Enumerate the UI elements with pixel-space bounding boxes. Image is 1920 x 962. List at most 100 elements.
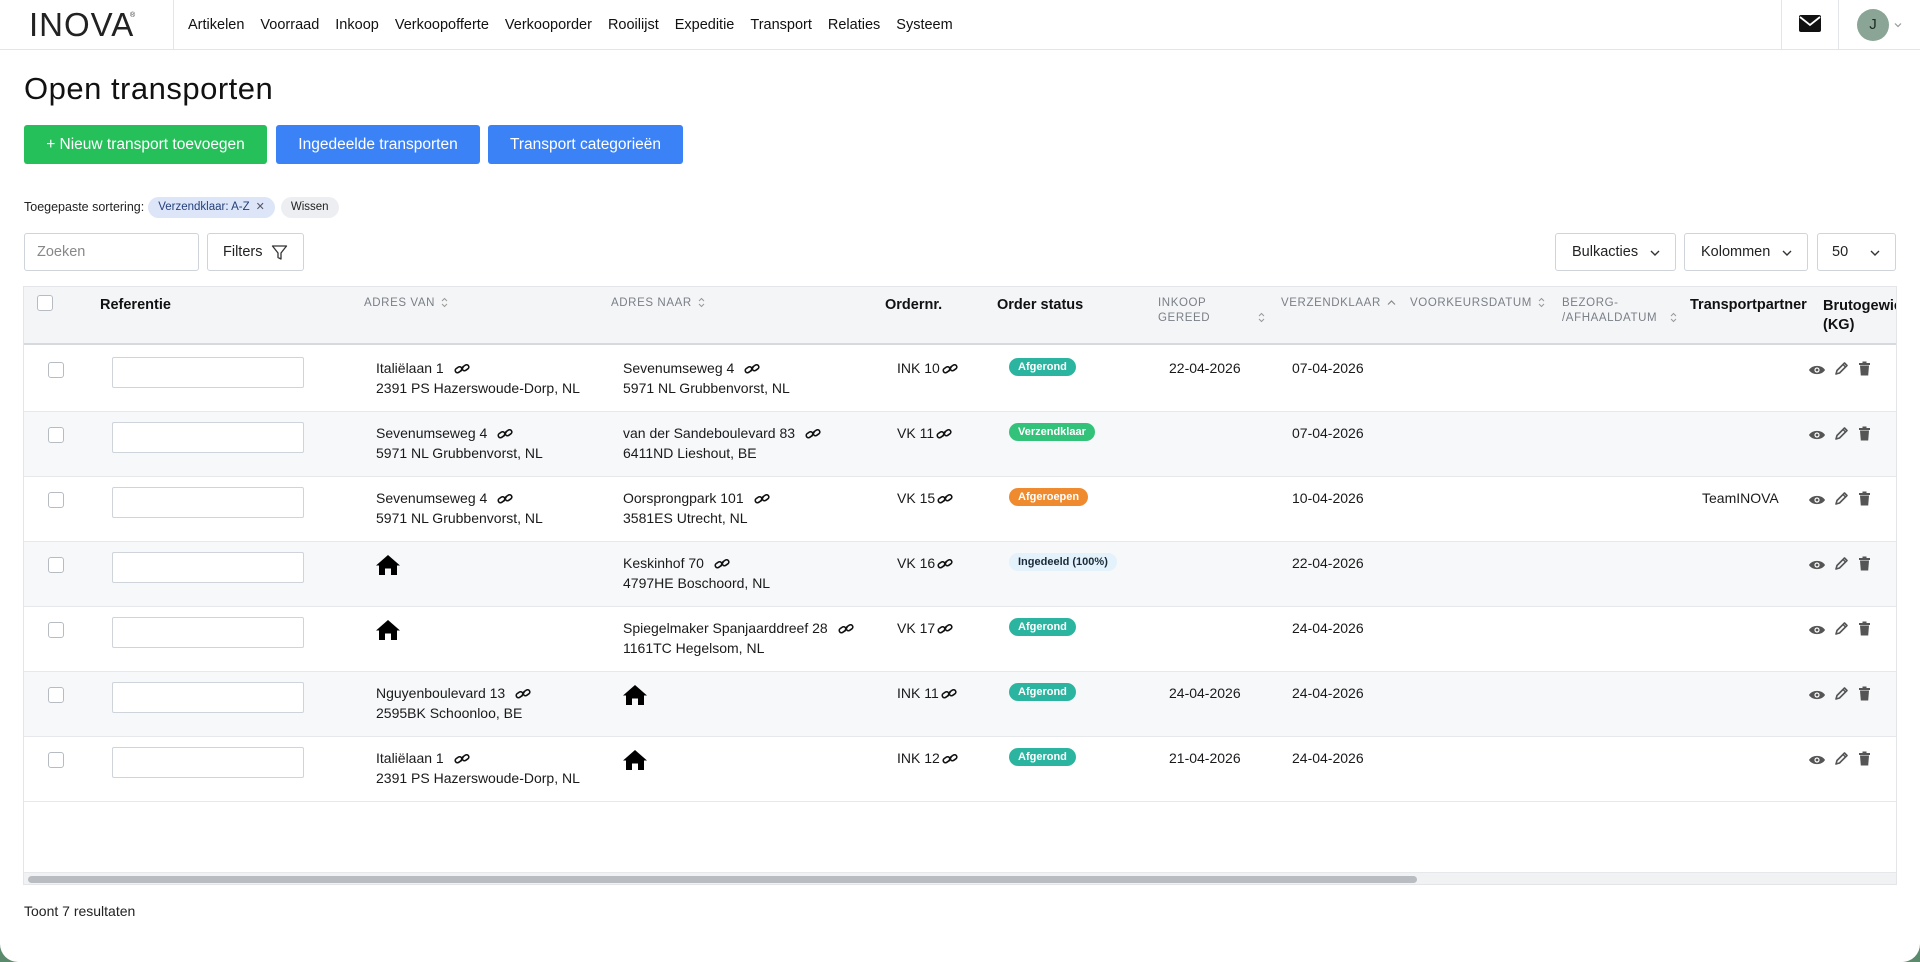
order-number[interactable]: INK 12 (897, 750, 940, 766)
table-row[interactable]: Italiëlaan 1 2391 PS Hazerswoude-Dorp, NL… (24, 347, 1896, 412)
view-icon[interactable] (1808, 493, 1826, 509)
horizontal-scrollbar[interactable] (24, 872, 1896, 884)
envelope-icon[interactable] (1799, 15, 1823, 35)
sort-chip[interactable]: Verzendklaar: A-Z ✕ (148, 196, 275, 218)
delete-icon[interactable] (1858, 361, 1871, 379)
reference-input[interactable] (112, 422, 304, 453)
user-avatar[interactable]: J (1857, 9, 1889, 41)
view-icon[interactable] (1808, 623, 1826, 639)
link-icon[interactable] (937, 490, 953, 510)
page-size-select[interactable]: 50 (1817, 233, 1896, 271)
reference-input[interactable] (112, 357, 304, 388)
menu-item-voorraad[interactable]: Voorraad (260, 17, 319, 33)
col-adres-naar[interactable]: ADRES NAAR (611, 296, 705, 311)
link-icon[interactable] (744, 360, 760, 380)
view-icon[interactable] (1808, 363, 1826, 379)
transport-categories-button[interactable]: Transport categorieën (488, 125, 683, 164)
link-icon[interactable] (936, 425, 952, 445)
columns-dropdown[interactable]: Kolommen (1684, 233, 1808, 271)
row-checkbox[interactable] (48, 752, 64, 768)
search-input[interactable] (24, 233, 199, 271)
col-ordernr[interactable]: Ordernr. (885, 297, 942, 313)
col-referentie[interactable]: Referentie (100, 297, 171, 313)
order-number[interactable]: INK 10 (897, 360, 940, 376)
link-icon[interactable] (941, 685, 957, 705)
table-row[interactable]: Nguyenboulevard 13 2595BK Schoonloo, BE IN… (24, 672, 1896, 737)
table-row[interactable]: Sevenumseweg 4 5971 NL Grubbenvorst, NL Oo… (24, 477, 1896, 542)
link-icon[interactable] (454, 750, 470, 770)
menu-item-artikelen[interactable]: Artikelen (188, 17, 244, 33)
delete-icon[interactable] (1858, 751, 1871, 769)
link-icon[interactable] (838, 620, 854, 640)
assigned-transports-button[interactable]: Ingedeelde transporten (276, 125, 480, 164)
delete-icon[interactable] (1858, 491, 1871, 509)
order-number[interactable]: VK 15 (897, 490, 935, 506)
link-icon[interactable] (937, 620, 953, 640)
link-icon[interactable] (754, 490, 770, 510)
col-adres-van[interactable]: ADRES VAN (364, 296, 448, 311)
table-row[interactable]: Sevenumseweg 4 5971 NL Grubbenvorst, NL va… (24, 412, 1896, 477)
col-inkoop-gereed[interactable]: INKOOP GEREED (1158, 296, 1265, 326)
menu-item-expeditie[interactable]: Expeditie (675, 17, 735, 33)
row-checkbox[interactable] (48, 427, 64, 443)
row-checkbox[interactable] (48, 622, 64, 638)
table-row[interactable]: Keskinhof 70 4797HE Boschoord, NL VK 16 Ing… (24, 542, 1896, 607)
link-icon[interactable] (497, 425, 513, 445)
delete-icon[interactable] (1858, 426, 1871, 444)
menu-item-inkoop[interactable]: Inkoop (335, 17, 379, 33)
edit-icon[interactable] (1834, 491, 1849, 509)
link-icon[interactable] (805, 425, 821, 445)
order-number[interactable]: VK 16 (897, 555, 935, 571)
edit-icon[interactable] (1834, 556, 1849, 574)
select-all-checkbox[interactable] (37, 295, 53, 311)
add-transport-button[interactable]: + Nieuw transport toevoegen (24, 125, 267, 164)
delete-icon[interactable] (1858, 621, 1871, 639)
scrollbar-thumb[interactable] (28, 876, 1417, 883)
link-icon[interactable] (497, 490, 513, 510)
menu-item-verkoopofferte[interactable]: Verkoopofferte (395, 17, 489, 33)
reference-input[interactable] (112, 682, 304, 713)
menu-item-transport[interactable]: Transport (750, 17, 812, 33)
reference-input[interactable] (112, 617, 304, 648)
menu-item-relaties[interactable]: Relaties (828, 17, 880, 33)
col-order-status[interactable]: Order status (997, 297, 1083, 313)
reference-input[interactable] (112, 747, 304, 778)
row-checkbox[interactable] (48, 362, 64, 378)
table-row[interactable]: Italiëlaan 1 2391 PS Hazerswoude-Dorp, NL… (24, 737, 1896, 802)
col-voorkeursdatum[interactable]: VOORKEURSDATUM (1410, 296, 1545, 311)
view-icon[interactable] (1808, 558, 1826, 574)
link-icon[interactable] (714, 555, 730, 575)
filters-button[interactable]: Filters (207, 233, 304, 271)
menu-item-verkooporder[interactable]: Verkooporder (505, 17, 592, 33)
edit-icon[interactable] (1834, 621, 1849, 639)
order-number[interactable]: VK 11 (897, 425, 934, 441)
col-brutogewicht[interactable]: Brutogewic (KG) (1823, 297, 1896, 335)
table-row[interactable]: Spiegelmaker Spanjaarddreef 28 1161TC Heg… (24, 607, 1896, 672)
edit-icon[interactable] (1834, 361, 1849, 379)
link-icon[interactable] (942, 360, 958, 380)
reference-input[interactable] (112, 487, 304, 518)
order-number[interactable]: VK 17 (897, 620, 935, 636)
delete-icon[interactable] (1858, 686, 1871, 704)
view-icon[interactable] (1808, 753, 1826, 769)
link-icon[interactable] (454, 360, 470, 380)
chevron-down-icon[interactable] (1893, 20, 1903, 30)
edit-icon[interactable] (1834, 751, 1849, 769)
bulk-actions-dropdown[interactable]: Bulkacties (1555, 233, 1676, 271)
logo[interactable]: INOVA ® (0, 0, 174, 50)
view-icon[interactable] (1808, 688, 1826, 704)
clear-sorting-button[interactable]: Wissen (280, 196, 339, 218)
row-checkbox[interactable] (48, 557, 64, 573)
row-checkbox[interactable] (48, 492, 64, 508)
row-checkbox[interactable] (48, 687, 64, 703)
close-icon[interactable]: ✕ (256, 201, 265, 213)
col-bezorg-afhaaldatum[interactable]: BEZORG- /AFHAALDATUM (1562, 296, 1677, 326)
edit-icon[interactable] (1834, 686, 1849, 704)
link-icon[interactable] (515, 685, 531, 705)
view-icon[interactable] (1808, 428, 1826, 444)
link-icon[interactable] (937, 555, 953, 575)
menu-item-rooilijst[interactable]: Rooilijst (608, 17, 659, 33)
link-icon[interactable] (942, 750, 958, 770)
delete-icon[interactable] (1858, 556, 1871, 574)
edit-icon[interactable] (1834, 426, 1849, 444)
